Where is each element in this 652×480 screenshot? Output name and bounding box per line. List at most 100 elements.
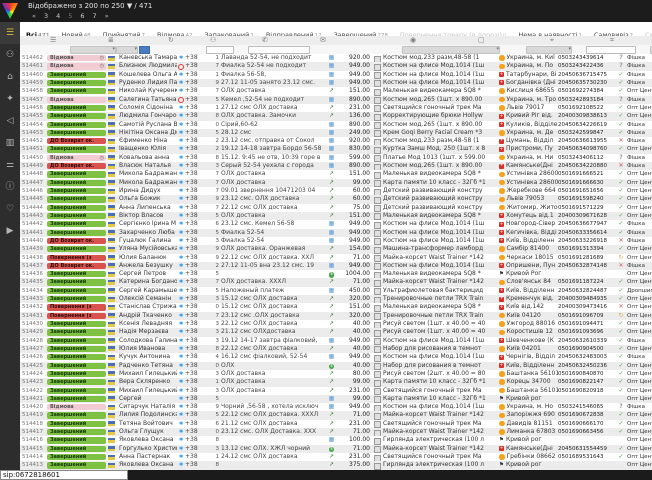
customer-phone[interactable]: +38 — [185, 345, 211, 353]
sip-status[interactable]: sip:0672818601 — [0, 470, 128, 480]
customer-phone[interactable]: +38 — [185, 79, 211, 87]
order-comment[interactable] — [221, 395, 327, 403]
tracking-number[interactable]: 0501690822147 — [558, 378, 615, 386]
delivery-city[interactable]: Украина, м. По — [507, 62, 554, 69]
order-comment[interactable]: 23.12 смс. Кемел 56-58 — [221, 220, 327, 228]
tracking-number[interactable]: 20450633356614 — [558, 229, 615, 237]
delivery-city[interactable]: Пристроми, Пу — [506, 145, 553, 152]
tracking-number[interactable]: 0501690672838 — [558, 411, 615, 419]
customer-name[interactable]: Соломія Сідоніна — [119, 104, 177, 112]
tracking-number[interactable]: 0501691666630 — [558, 179, 615, 187]
tracking-number[interactable]: 20450632610339 — [558, 337, 615, 345]
tracking-number[interactable]: 20450632483003 — [558, 353, 615, 361]
table-row[interactable]: 514441 Завершений Захарченко Люба ∗ +38 … — [20, 229, 652, 237]
delivery-city[interactable]: Київ, Відділенн — [506, 362, 554, 369]
product-name[interactable]: Детский развивающий констру — [383, 204, 483, 211]
tracking-number[interactable]: 0501691281689 — [558, 254, 615, 262]
pager-last-button[interactable]: » — [101, 12, 113, 20]
order-comment[interactable]: 15.12. 9:45 не отв, 10:39 горе в — [221, 154, 327, 162]
table-row[interactable]: 514445 Завершений Ольга Божик ∗ +38 9 23… — [20, 195, 652, 203]
delivery-city[interactable]: Коростишів 12 — [507, 328, 553, 335]
tracking-number[interactable]: 20400309671628 — [558, 212, 615, 220]
status-badge[interactable]: Завершений — [47, 180, 106, 186]
tracking-number[interactable]: 20450635730230 — [558, 79, 615, 87]
delivery-city[interactable]: Львів 79017 — [507, 104, 545, 111]
table-row[interactable]: 514425 Завершений Радченко Тетяна ∗ +38 … — [20, 362, 652, 370]
customer-phone[interactable]: +38 — [185, 445, 211, 453]
table-row[interactable]: 514414 Завершений Анна Пастернак ∗ +38 1… — [20, 453, 652, 461]
delivery-city[interactable]: Хомутець від.1 — [506, 212, 554, 219]
customer-name[interactable]: Власюк Наталья — [119, 162, 177, 170]
status-badge[interactable]: Повернення (з — [47, 313, 106, 319]
order-comment[interactable]: Фиалка 52-54 — [221, 229, 327, 237]
delivery-city[interactable]: Устинівка 28600 — [507, 170, 559, 177]
status-badge[interactable]: ДО Возврат ок. — [47, 163, 106, 169]
customer-phone[interactable]: +38 — [185, 145, 211, 153]
delivery-city[interactable]: Баштанка 56101 — [507, 370, 559, 377]
order-comment[interactable]: 23.12 смс. отправка от Сокол — [221, 137, 327, 145]
order-comment[interactable]: 22.12 смс ОЛХ доставка. ХХХЛ — [221, 411, 327, 419]
table-row[interactable]: 514434 Завершений Сергей Карамышев ∗ +38… — [20, 287, 652, 295]
product-name[interactable]: Костюм на флисе Мод.1014 (1ш — [383, 337, 484, 344]
product-name[interactable]: Маленькая видеокамера SQ8 * — [383, 212, 481, 219]
phone-filter[interactable] — [206, 46, 234, 54]
table-row[interactable]: 514429 Завершений Надія Мерзаєва ∗ +38 3… — [20, 328, 652, 336]
delivery-city[interactable]: Камянське(Дні — [506, 162, 553, 169]
customer-phone[interactable]: +38 — [185, 137, 211, 145]
customer-name[interactable]: Михаил Гилецький — [119, 387, 177, 395]
tracking-number[interactable]: 20450631554459 — [558, 445, 615, 453]
customer-phone[interactable]: +38 — [185, 245, 211, 253]
pager-page-6[interactable]: 6 — [76, 12, 88, 20]
order-comment[interactable]: ОЛХ доставка — [221, 212, 327, 220]
product-name[interactable]: Карта памяти 10 класс - 32Гб *1 — [383, 395, 486, 402]
price-column-icon[interactable]: ◉ — [410, 36, 416, 45]
customer-phone[interactable]: +38 — [185, 370, 211, 378]
table-row[interactable]: 514443 Завершений Віктор Власов ∗ +38 5 … — [20, 212, 652, 220]
order-comment[interactable]: Чорний ,56-58 , хотела исключ — [221, 403, 327, 411]
product-name[interactable]: Майка-корсет Waist Trainer *142 — [383, 411, 484, 418]
customer-name[interactable]: Віктор Власов — [119, 212, 177, 220]
status-badge[interactable]: Завершений — [47, 146, 106, 152]
delivery-city[interactable]: Богданівка (Дні — [506, 79, 556, 86]
product-name[interactable]: Костюм на флисе Мод.1014 (1ш — [383, 229, 484, 236]
delivery-city[interactable]: Чернігів, Відділ — [506, 353, 555, 360]
status-badge[interactable]: Відмова — [47, 97, 106, 103]
status-badge[interactable]: Завершений — [47, 321, 106, 327]
status-badge[interactable]: Повернення (з — [47, 304, 106, 310]
table-row[interactable]: 514439 Завершений Уляна Мусійовська ∗ +3… — [20, 245, 652, 253]
customer-name[interactable]: Анжела Безушку — [119, 262, 177, 270]
name-filter[interactable] — [116, 46, 138, 54]
sidebar-item-warehouse-icon[interactable]: ⌂ — [0, 66, 20, 88]
table-row[interactable]: 514417 Завершений Ольга Глущук ∗ +38 0 2… — [20, 428, 652, 436]
table-row[interactable]: 514416 Завершений Яковлева Оксана ∗ +38 … — [20, 436, 652, 444]
customer-name[interactable]: Микола Бадражан — [119, 170, 177, 178]
customer-name[interactable]: Катерина Богданова — [119, 278, 177, 286]
pager-page-4[interactable]: 4 — [52, 12, 64, 20]
table-row[interactable]: 514419 Завершений Лилия Подолинская ∗ +3… — [20, 411, 652, 419]
delivery-city[interactable]: Львів 79053 — [507, 195, 545, 202]
pager-first-button[interactable]: « — [28, 12, 40, 20]
table-row[interactable]: 514422 Завершений Михаил Гилецький ∗ +38… — [20, 387, 652, 395]
status-badge[interactable]: ДО Возврат ок. — [47, 238, 106, 244]
tracking-number[interactable]: 0501691313394 — [558, 245, 615, 253]
pager-page-5[interactable]: 5 — [64, 12, 76, 20]
sidebar-item-marketing-icon[interactable]: ◁ — [0, 110, 20, 132]
delivery-city[interactable]: Камянське(Дні — [506, 445, 553, 452]
product-name[interactable]: Гирлянда электрическая (100 л — [383, 436, 484, 443]
product-name[interactable]: Тренировочные петли TRX Train — [383, 312, 483, 319]
delivery-column-icon[interactable]: ⌖ — [550, 36, 554, 45]
status-badge[interactable]: Завершений — [47, 271, 106, 277]
delivery-city[interactable]: Кривой рог — [506, 395, 542, 402]
tracking-number[interactable]: 20450634098760 — [558, 145, 615, 153]
order-comment[interactable]: 22.12 смс ОЛХ доставка — [221, 204, 327, 212]
table-row[interactable]: 514454 Завершений Самотій Руслана Во ∗ +… — [20, 121, 652, 129]
order-comment[interactable]: 22.12 смс ОЛХ доставка — [221, 320, 327, 328]
status-badge[interactable]: Завершений — [47, 80, 106, 86]
product-name[interactable]: Майка-корсет Waist Trainer *142 — [383, 445, 484, 452]
tracking-number[interactable]: 20450632450236 — [558, 362, 615, 370]
order-comment[interactable]: ОЛХ доставка — [221, 370, 327, 378]
table-row[interactable]: 514451 Завершений Іващенко Юлія ∗ +38 2 … — [20, 145, 652, 153]
table-row[interactable]: 514424 Завершений Михаил Гилецький ∗ +38… — [20, 370, 652, 378]
table-row[interactable]: 514435 Завершений Катерина Богданова ∗ +… — [20, 278, 652, 286]
status-badge[interactable]: Завершений — [47, 396, 106, 402]
